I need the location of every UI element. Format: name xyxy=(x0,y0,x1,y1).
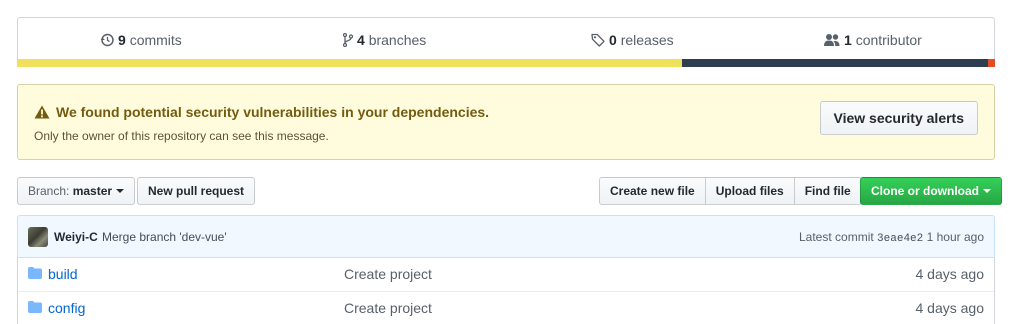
latest-commit-label: Latest commit xyxy=(799,230,874,244)
table-row: build Create project 4 days ago xyxy=(18,258,994,291)
alert-title-row: We found potential security vulnerabilit… xyxy=(34,104,489,120)
branches-count: 4 xyxy=(357,32,365,48)
table-row: config Create project 4 days ago xyxy=(18,291,994,324)
commits-count: 9 xyxy=(118,32,126,48)
chevron-down-icon xyxy=(983,189,991,193)
releases-label: releases xyxy=(620,32,674,48)
file-age: 4 days ago xyxy=(915,266,985,282)
language-segment xyxy=(682,59,989,67)
folder-icon xyxy=(28,267,42,279)
contributors-count: 1 xyxy=(844,32,852,48)
clone-or-download-label: Clone or download xyxy=(871,184,979,198)
git-branch-icon xyxy=(342,32,354,48)
alert-icon xyxy=(34,105,50,119)
commits-label: commits xyxy=(129,32,182,48)
releases-link[interactable]: 0 releases xyxy=(591,32,674,48)
commit-author[interactable]: Weiyi-C xyxy=(54,230,98,244)
history-icon xyxy=(100,33,114,47)
chevron-down-icon xyxy=(116,189,125,193)
releases-count: 0 xyxy=(609,32,617,48)
file-name[interactable]: config xyxy=(48,300,85,316)
upload-files-button[interactable]: Upload files xyxy=(704,177,795,205)
language-segment xyxy=(988,59,995,67)
alert-subtitle: Only the owner of this repository can se… xyxy=(34,129,329,143)
branch-value: master xyxy=(72,184,113,198)
new-pull-request-button[interactable]: New pull request xyxy=(137,177,256,205)
latest-commit-info: Latest commit 3eae4e2 1 hour ago xyxy=(799,230,984,245)
clone-download: Clone or download xyxy=(860,177,1002,205)
folder-icon xyxy=(28,301,42,313)
security-alert: We found potential security vulnerabilit… xyxy=(17,84,995,160)
file-list: build Create project 4 days ago config C… xyxy=(17,258,995,324)
commits-link[interactable]: 9 commits xyxy=(100,32,182,48)
avatar[interactable] xyxy=(28,227,48,247)
clone-or-download-button[interactable]: Clone or download xyxy=(860,177,1002,205)
people-icon xyxy=(824,34,840,46)
tag-icon xyxy=(591,33,605,47)
branch-label: Branch: xyxy=(28,184,70,198)
contributors-link[interactable]: 1 contributor xyxy=(824,32,922,48)
file-commit-message[interactable]: Create project xyxy=(344,266,432,282)
commit-message[interactable]: Merge branch 'dev-vue' xyxy=(102,230,227,244)
new-pull-request: New pull request xyxy=(137,177,256,205)
branch-select: Branch: master xyxy=(17,177,136,205)
commit-age: 1 hour ago xyxy=(926,230,984,244)
create-new-file-button[interactable]: Create new file xyxy=(599,177,706,205)
find-file-button[interactable]: Find file xyxy=(793,177,862,205)
numbers-summary: 9 commits 4 branches 0 releases 1 contri… xyxy=(17,17,995,65)
file-age: 4 days ago xyxy=(915,300,985,316)
alert-title: We found potential security vulnerabilit… xyxy=(56,104,490,120)
language-segment xyxy=(17,59,683,67)
commit-sha[interactable]: 3eae4e2 xyxy=(877,233,923,245)
branches-link[interactable]: 4 branches xyxy=(342,32,427,48)
file-actions: Create new file Upload files Find file xyxy=(599,177,862,205)
file-commit-message[interactable]: Create project xyxy=(344,300,432,316)
commit-tease: Weiyi-C Merge branch 'dev-vue' Latest co… xyxy=(17,215,995,258)
language-bar[interactable] xyxy=(17,59,995,67)
branches-label: branches xyxy=(368,32,427,48)
view-security-alerts-button[interactable]: View security alerts xyxy=(819,101,978,135)
branch-select-button[interactable]: Branch: master xyxy=(17,177,136,205)
contributors-label: contributor xyxy=(855,32,922,48)
file-name[interactable]: build xyxy=(48,266,78,282)
